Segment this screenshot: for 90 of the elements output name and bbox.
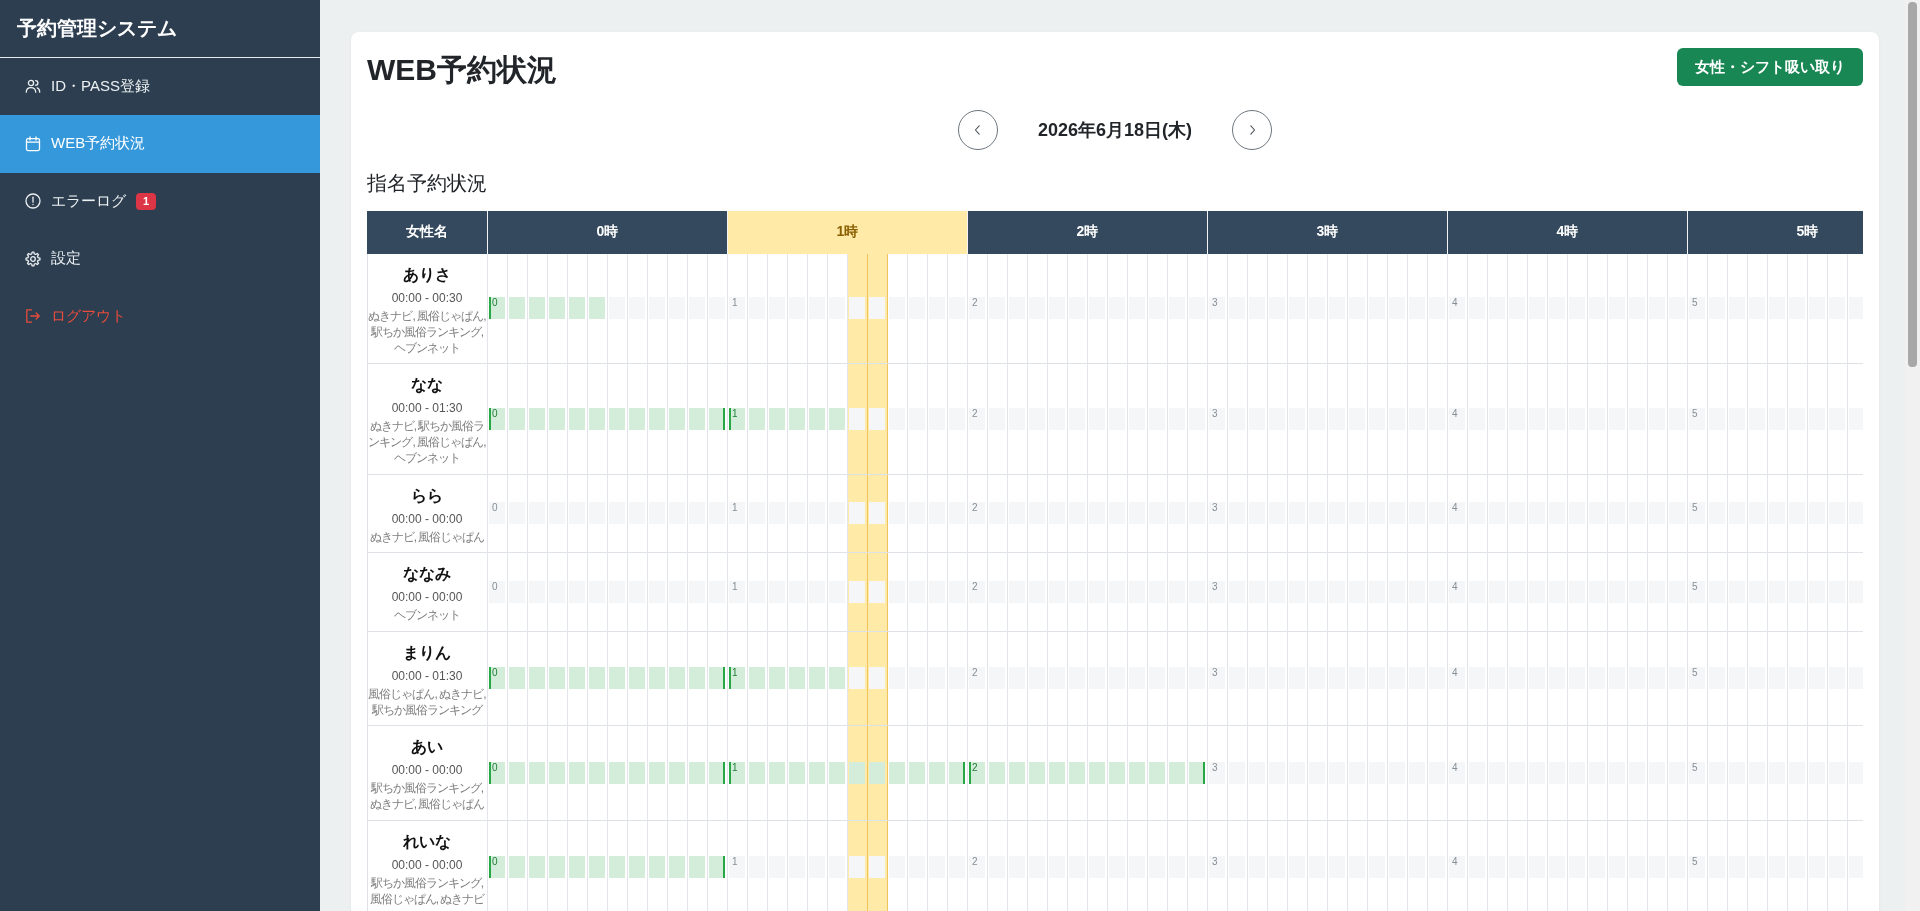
hour-number: 5 [1692, 407, 1698, 419]
hour-number: 4 [1452, 761, 1458, 773]
hour-number: 4 [1452, 856, 1458, 868]
scrollbar-thumb[interactable] [1908, 2, 1917, 367]
nav-item[interactable]: 設定 [0, 230, 320, 288]
hour-number: 5 [1692, 580, 1698, 592]
staff-name: ありさ [402, 264, 452, 285]
site-list: 駅ちか風俗ランキング, 風俗じゃぱん, ぬきナビ [368, 874, 486, 907]
shift-time: 00:00 - 00:30 [390, 289, 464, 307]
hour-number: 4 [1452, 407, 1458, 419]
hour-number: 3 [1212, 502, 1218, 514]
site-list: ぬきナビ, 風俗じゃぱん, 駅ちか風俗ランキング, ヘブンネット [368, 307, 486, 356]
chevron-left-icon [974, 125, 982, 135]
hour-number: 0 [492, 761, 498, 773]
page-title: WEB予約状況 [367, 52, 557, 88]
chevron-right-icon [1248, 125, 1256, 135]
users-icon [25, 78, 41, 95]
site-list: ぬきナビ, 風俗じゃぱん [368, 528, 486, 545]
hour-number: 0 [492, 297, 498, 309]
hour-number: 1 [732, 502, 738, 514]
shift-time: 00:00 - 00:00 [390, 589, 464, 606]
hour-number: 3 [1212, 407, 1218, 419]
shift-time: 00:00 - 00:00 [390, 856, 464, 874]
shift-time: 00:00 - 01:30 [390, 667, 464, 685]
column-header: 女性名 [367, 211, 487, 254]
hour-header: 0時 [487, 211, 727, 254]
hour-number: 1 [732, 297, 738, 309]
nav-item[interactable]: エラーログ 1 [0, 172, 320, 230]
hour-header: 2時 [967, 211, 1207, 254]
hour-number: 1 [732, 667, 738, 679]
shift-time: 00:00 - 00:00 [390, 510, 464, 528]
site-list: ヘブンネット [368, 607, 486, 623]
site-list: ぬきナビ, 駅ちか風俗ランキング, 風俗じゃぱん, ヘブンネット [368, 418, 486, 466]
hour-number: 2 [972, 761, 978, 773]
staff-name: なな [410, 375, 444, 396]
app-title: 予約管理システム [17, 15, 177, 41]
nav-item[interactable]: ID・PASS登録 [0, 57, 320, 115]
hour-number: 5 [1692, 761, 1698, 773]
hour-header: 3時 [1207, 211, 1447, 254]
hour-number: 3 [1212, 856, 1218, 868]
hour-number: 2 [972, 580, 978, 592]
hour-number: 1 [732, 580, 738, 592]
hour-number: 0 [492, 580, 498, 592]
hour-number: 1 [732, 761, 738, 773]
section-title: 指名予約状況 [367, 171, 488, 196]
hour-number: 2 [972, 502, 978, 514]
hour-number: 0 [492, 667, 498, 679]
hour-number: 4 [1452, 502, 1458, 514]
import-shifts-button[interactable]: 女性・シフト吸い取り [1677, 48, 1863, 86]
hour-number: 2 [972, 297, 978, 309]
shift-time: 00:00 - 00:00 [390, 762, 464, 779]
staff-name: らら [410, 485, 444, 506]
settings-icon [25, 250, 41, 267]
next-day-button[interactable] [1232, 110, 1273, 150]
hour-number: 3 [1212, 761, 1218, 773]
hour-number: 3 [1212, 667, 1218, 679]
site-list: 駅ちか風俗ランキング, ぬきナビ, 風俗じゃぱん [368, 780, 486, 812]
hour-number: 4 [1452, 580, 1458, 592]
hour-number: 5 [1692, 502, 1698, 514]
hour-number: 5 [1692, 297, 1698, 309]
staff-name: れいな [402, 831, 452, 853]
logout-icon [25, 308, 41, 325]
hour-number: 0 [492, 502, 498, 514]
site-list: 風俗じゃぱん, ぬきナビ, 駅ちか風俗ランキング [368, 685, 486, 718]
hour-header: 5時 [1687, 211, 1863, 254]
hour-number: 3 [1212, 580, 1218, 592]
hour-number: 5 [1692, 856, 1698, 868]
count-badge: 1 [136, 192, 157, 210]
hour-number: 2 [972, 856, 978, 868]
hour-number: 1 [732, 407, 738, 419]
date-label: 2026年6月18日(木) [1037, 119, 1193, 142]
shift-time: 00:00 - 01:30 [390, 400, 464, 417]
hour-number: 4 [1452, 297, 1458, 309]
exclamation-circle-icon [25, 193, 41, 210]
hour-number: 2 [972, 407, 978, 419]
staff-name: まりん [402, 642, 452, 663]
hour-number: 1 [732, 856, 738, 868]
hour-number: 0 [492, 856, 498, 868]
hour-number: 5 [1692, 667, 1698, 679]
hour-number: 2 [972, 667, 978, 679]
hour-number: 0 [492, 407, 498, 419]
hour-number: 4 [1452, 667, 1458, 679]
staff-name: あい [410, 737, 444, 757]
scrollbar[interactable] [1905, 0, 1920, 911]
previous-day-button[interactable] [957, 110, 998, 150]
hour-header: 1時 [727, 211, 967, 254]
calendar-icon [25, 135, 41, 152]
hour-header: 4時 [1447, 211, 1687, 254]
hour-number: 3 [1212, 297, 1218, 309]
staff-name: ななみ [402, 564, 452, 585]
